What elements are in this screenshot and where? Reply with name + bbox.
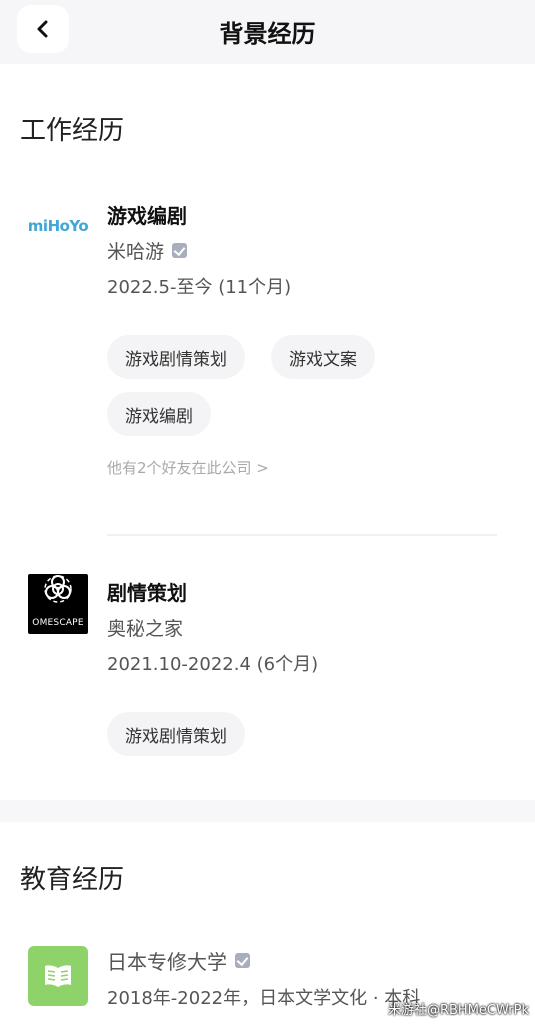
mihoyo-logo: miHoYo xyxy=(27,217,89,235)
book-icon xyxy=(45,965,71,987)
company-label: 米哈游 xyxy=(107,241,165,263)
skill-tag: 游戏文案 xyxy=(271,335,375,379)
job-title: 游戏编剧 xyxy=(107,204,187,228)
job-title: 剧情策划 xyxy=(107,581,187,605)
education-details: 2018年-2022年，日本文学文化 · 本科 xyxy=(107,988,421,1009)
omescape-logo: OMESCAPE xyxy=(28,574,88,634)
skill-tag: 游戏剧情策划 xyxy=(107,335,245,379)
company-label: 奥秘之家 xyxy=(107,618,184,640)
page-title: 背景经历 xyxy=(219,20,316,48)
watermark: 米游社@RBHMeCWrPk xyxy=(387,1003,529,1018)
school-logo xyxy=(28,946,88,1006)
skill-tag: 游戏剧情策划 xyxy=(107,712,245,756)
school-label: 日本专修大学 xyxy=(107,950,227,974)
company-name: 米哈游 xyxy=(107,237,188,264)
omescape-logo-text: OMESCAPE xyxy=(32,618,84,628)
skill-tag: 游戏编剧 xyxy=(107,392,211,436)
verified-icon xyxy=(235,953,250,968)
work-section-title: 工作经历 xyxy=(20,116,125,146)
biohazard-icon xyxy=(44,575,72,603)
section-separator xyxy=(0,800,535,822)
top-bar: 背景经历 xyxy=(0,0,535,64)
job-dates: 2021.10-2022.4 (6个月) xyxy=(107,654,319,675)
verified-icon xyxy=(172,243,188,258)
education-section-title: 教育经历 xyxy=(20,865,125,895)
company-name: 奥秘之家 xyxy=(107,614,183,641)
job-dates: 2022.5-至今 (11个月) xyxy=(107,277,292,298)
divider xyxy=(107,534,497,536)
school-name: 日本专修大学 xyxy=(107,946,250,975)
friends-at-company-link[interactable]: 他有2个好友在此公司 > xyxy=(107,457,269,478)
